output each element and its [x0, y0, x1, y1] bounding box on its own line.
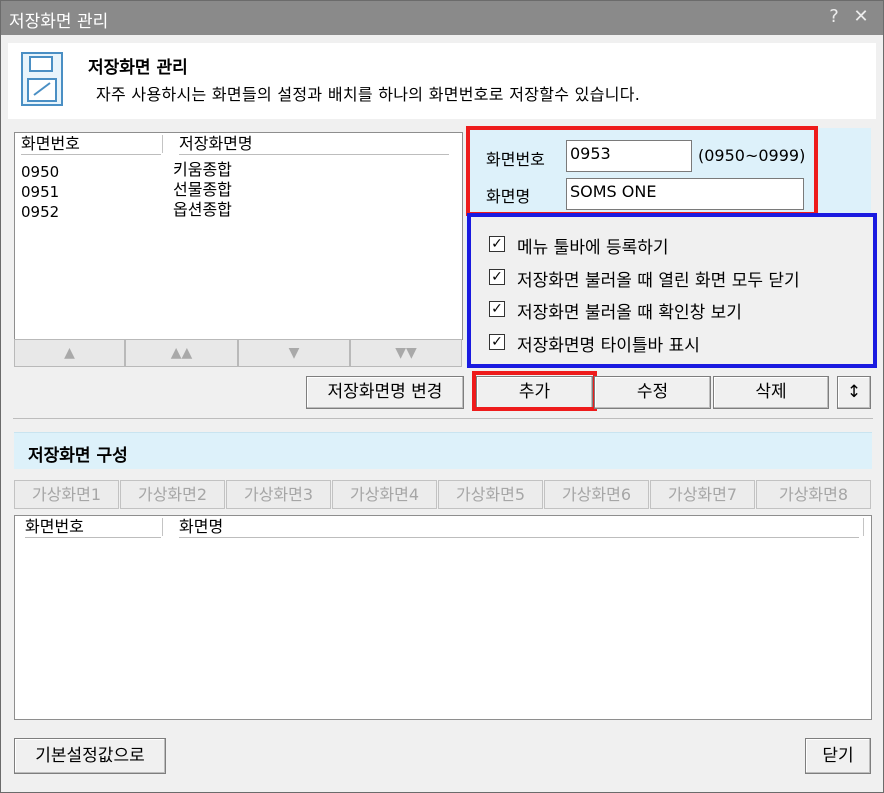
option-checkbox-toolbar[interactable]: ✓	[489, 236, 505, 252]
tab-virtual-5[interactable]: 가상화면5	[438, 480, 543, 509]
options-group: ✓ 메뉴 툴바에 등록하기 ✓ 저장화면 불러올 때 열린 화면 모두 닫기 ✓…	[467, 213, 877, 368]
section-divider	[13, 418, 873, 419]
delete-button[interactable]: 삭제	[713, 376, 829, 409]
tab-virtual-4[interactable]: 가상화면4	[332, 480, 437, 509]
tab-virtual-2[interactable]: 가상화면2	[120, 480, 225, 509]
column-header-name[interactable]: 화면명	[179, 516, 859, 538]
config-section-header: 저장화면 구성	[14, 432, 872, 469]
column-header-name[interactable]: 저장화면명	[179, 133, 449, 155]
header-panel: 저장화면 관리 자주 사용하시는 화면들의 설정과 배치를 하나의 화면번호로 …	[8, 43, 876, 119]
list-item-name[interactable]: 옵션종합	[173, 200, 232, 220]
dialog-window: 저장화면 관리 ? ✕ 저장화면 관리 자주 사용하시는 화면들의 설정과 배치…	[0, 0, 884, 793]
highlight-box-red	[466, 126, 818, 216]
list-item-number[interactable]: 0952	[21, 202, 59, 222]
tab-virtual-8[interactable]: 가상화면8	[756, 480, 871, 509]
option-label: 저장화면명 타이틀바 표시	[517, 336, 700, 356]
highlight-box-red	[472, 371, 597, 411]
reset-defaults-button[interactable]: 기본설정값으로	[14, 738, 166, 774]
scroll-page-up-button[interactable]: ▲▲	[125, 339, 238, 367]
column-separator	[162, 518, 163, 536]
list-item-number[interactable]: 0951	[21, 182, 59, 202]
title-bar[interactable]: 저장화면 관리 ? ✕	[1, 1, 883, 35]
column-header-number[interactable]: 화면번호	[25, 516, 161, 538]
header-description: 자주 사용하시는 화면들의 설정과 배치를 하나의 화면번호로 저장할수 있습니…	[96, 85, 641, 104]
option-checkbox-titlebar[interactable]: ✓	[489, 334, 505, 350]
scroll-up-button[interactable]: ▲	[14, 339, 125, 367]
option-label: 저장화면 불러올 때 열린 화면 모두 닫기	[517, 271, 800, 291]
scroll-down-button[interactable]: ▼	[238, 339, 350, 367]
tab-virtual-6[interactable]: 가상화면6	[544, 480, 649, 509]
close-button[interactable]: 닫기	[805, 738, 871, 774]
rename-button[interactable]: 저장화면명 변경	[306, 376, 464, 409]
sort-button[interactable]: ↕	[837, 376, 871, 409]
config-screen-list[interactable]: 화면번호 화면명	[14, 515, 872, 720]
list-scroll-buttons: ▲ ▲▲ ▼ ▼▼	[14, 339, 462, 368]
tab-virtual-7[interactable]: 가상화면7	[650, 480, 755, 509]
column-header-number[interactable]: 화면번호	[21, 133, 161, 155]
tab-virtual-1[interactable]: 가상화면1	[14, 480, 119, 509]
edit-button[interactable]: 수정	[594, 376, 711, 409]
saved-screen-list[interactable]: 화면번호 저장화면명 0950 키움종합 0951 선물종합 0952 옵션종합	[14, 132, 463, 340]
header-title: 저장화면 관리	[88, 58, 188, 78]
option-label: 저장화면 불러올 때 확인창 보기	[517, 303, 742, 323]
scroll-page-down-button[interactable]: ▼▼	[350, 339, 462, 367]
option-label: 메뉴 툴바에 등록하기	[517, 238, 669, 258]
tab-virtual-3[interactable]: 가상화면3	[226, 480, 331, 509]
config-title: 저장화면 구성	[28, 446, 128, 466]
close-icon[interactable]: ✕	[849, 5, 873, 29]
list-item-number[interactable]: 0950	[21, 162, 59, 182]
list-item-name[interactable]: 선물종합	[173, 180, 232, 200]
option-checkbox-close-all[interactable]: ✓	[489, 269, 505, 285]
column-separator	[863, 518, 864, 536]
option-checkbox-confirm[interactable]: ✓	[489, 301, 505, 317]
list-item-name[interactable]: 키움종합	[173, 160, 232, 180]
column-separator	[162, 135, 163, 153]
help-icon[interactable]: ?	[823, 5, 845, 29]
save-disk-icon	[21, 52, 63, 106]
window-title: 저장화면 관리	[9, 12, 109, 32]
